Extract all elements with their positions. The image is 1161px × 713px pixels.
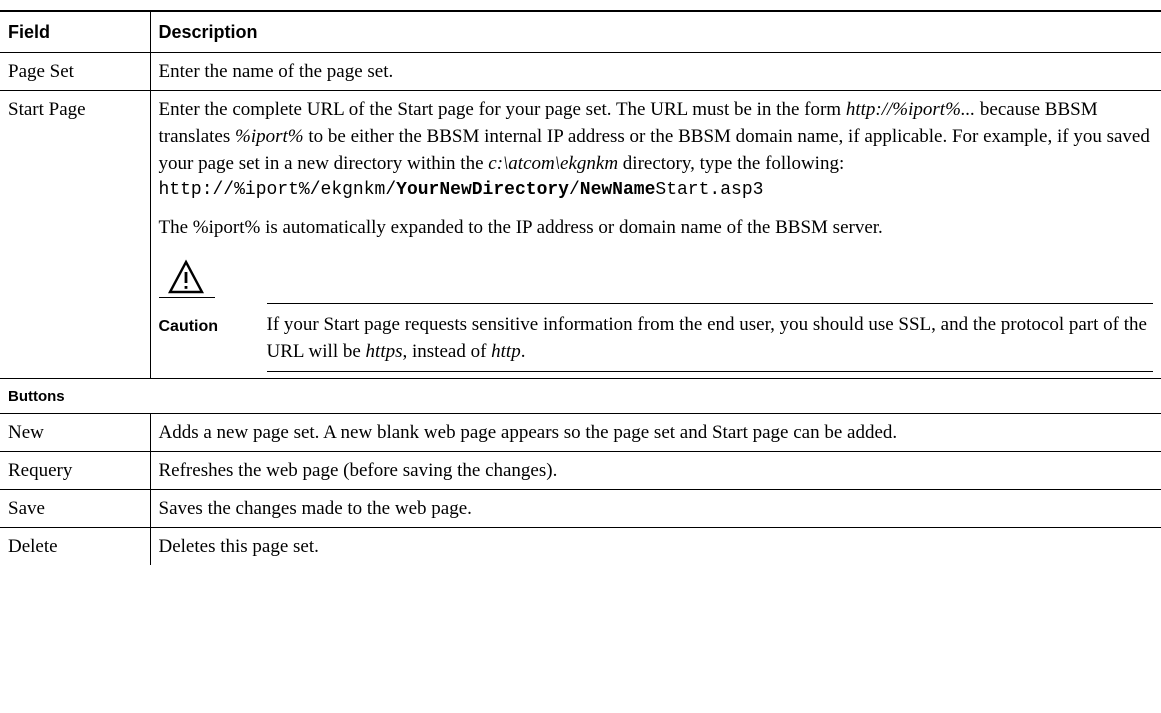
field-page-set: Page Set [0, 52, 151, 91]
url-part: Start.asp3 [655, 180, 764, 200]
field-delete: Delete [0, 527, 151, 565]
table-header: Field Description [0, 10, 1161, 53]
desc-new: Adds a new page set. A new blank web pag… [150, 413, 1161, 452]
caution-text: If your Start page requests sensitive in… [267, 311, 1154, 365]
table-row: Page Set Enter the name of the page set. [0, 52, 1161, 91]
desc-save: Saves the changes made to the web page. [150, 489, 1161, 528]
directory-path: c:\atcom\ekgnkm [488, 153, 619, 174]
protocol-http: http [491, 341, 521, 362]
section-label-buttons: Buttons [0, 378, 1161, 414]
desc-page-set: Enter the name of the page set. [150, 52, 1161, 91]
buttons-section-row: Buttons [0, 378, 1161, 414]
text: , instead of [402, 341, 492, 362]
text: . [520, 341, 526, 362]
field-start-page: Start Page [0, 90, 151, 379]
table-row: Requery Refreshes the web page (before s… [0, 451, 1161, 490]
header-field: Field [0, 10, 151, 53]
caution-top-rule [266, 303, 1153, 304]
warning-triangle-icon [167, 259, 204, 294]
iport-token: %iport% [235, 126, 304, 147]
caution-label: Caution [158, 318, 219, 335]
field-requery: Requery [0, 451, 151, 490]
url-part-bold: NewName [579, 180, 656, 200]
url-part-bold: YourNewDirectory [396, 180, 569, 200]
caution-icon-underline [158, 297, 215, 298]
text: Enter the complete URL of the Start page… [158, 99, 846, 120]
table-row: New Adds a new page set. A new blank web… [0, 413, 1161, 452]
table-row: Delete Deletes this page set. [0, 527, 1161, 565]
header-description: Description [150, 10, 1161, 53]
protocol-https: https [365, 341, 403, 362]
text: directory, type the following: [618, 153, 845, 174]
url-part: http://%iport%/ekgnkm/ [158, 180, 397, 200]
example-url: http://%iport%/ekgnkm/YourNewDirectory/N… [159, 177, 1154, 204]
url-part: / [568, 180, 580, 200]
url-form: http://%iport%... [845, 99, 976, 120]
desc-requery: Refreshes the web page (before saving th… [150, 451, 1161, 490]
desc-delete: Deletes this page set. [158, 536, 319, 557]
table-row: Save Saves the changes made to the web p… [0, 489, 1161, 528]
caution-bottom-rule [266, 371, 1153, 372]
caution-note: Caution If your Start page requests sens… [158, 247, 1154, 373]
field-new: New [0, 413, 151, 452]
start-page-paragraph: Enter the complete URL of the Start page… [159, 96, 1154, 177]
field-save: Save [0, 489, 151, 528]
field-description-table: Field Description Page Set Enter the nam… [0, 10, 1161, 565]
desc-start-page: Enter the complete URL of the Start page… [150, 90, 1161, 379]
table-row: Start Page Enter the complete URL of the… [0, 90, 1161, 379]
iport-explanation: The %iport% is automatically expanded to… [158, 217, 883, 238]
